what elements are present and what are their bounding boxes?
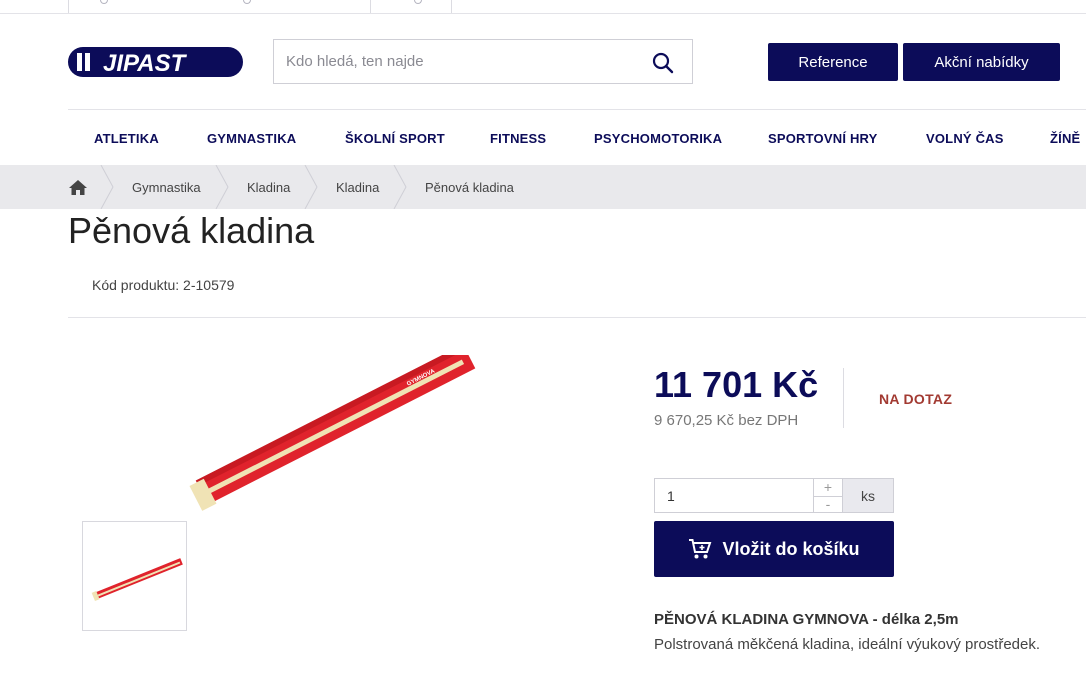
section-divider <box>68 317 1086 318</box>
nav-item-gymnastika[interactable]: GYMNASTIKA <box>207 131 296 146</box>
breadcrumb-item-kladina[interactable]: Kladina <box>247 180 290 195</box>
search-icon[interactable] <box>652 52 674 74</box>
price-without-vat: 9 670,25 Kč bez DPH <box>654 412 799 429</box>
quantity-unit: ks <box>843 478 894 513</box>
breadcrumb-separator <box>304 165 318 209</box>
product-main-image[interactable]: GYMNOVA <box>170 355 480 515</box>
nav-item-volny-cas[interactable]: VOLNÝ ČAS <box>926 131 1004 146</box>
nav-item-psychomotorika[interactable]: PSYCHOMOTORIKA <box>594 131 722 146</box>
breadcrumb-separator <box>215 165 229 209</box>
breadcrumb: Gymnastika Kladina Kladina Pěnová kladin… <box>0 165 1086 209</box>
breadcrumb-separator <box>100 165 114 209</box>
phone-icon <box>100 0 108 4</box>
nav-item-zinene[interactable]: ŽÍNĚ <box>1050 131 1080 146</box>
mail-icon <box>243 0 251 4</box>
social-icon <box>414 0 422 4</box>
product-code: Kód produktu: 2-10579 <box>92 277 235 293</box>
breadcrumb-separator <box>393 165 407 209</box>
jipast-logo[interactable]: JIPAST <box>68 47 243 77</box>
top-divider <box>451 0 452 13</box>
nav-item-atletika[interactable]: ATLETIKA <box>94 131 159 146</box>
quantity-input[interactable] <box>654 478 814 513</box>
quantity-stepper: + - ks <box>654 478 894 513</box>
search-input[interactable] <box>286 40 636 83</box>
breadcrumb-current: Pěnová kladina <box>425 180 514 195</box>
main-nav: ATLETIKA GYMNASTIKA ŠKOLNÍ SPORT FITNESS… <box>68 110 1086 165</box>
quantity-decrease-button[interactable]: - <box>814 495 843 513</box>
top-divider <box>370 0 371 13</box>
search-box <box>273 39 693 84</box>
top-utility-bar <box>0 0 1086 14</box>
svg-text:JIPAST: JIPAST <box>103 50 188 77</box>
cart-icon <box>689 539 712 559</box>
product-thumbnail[interactable] <box>82 521 187 631</box>
breadcrumb-item-kladina-2[interactable]: Kladina <box>336 180 379 195</box>
add-to-cart-label: Vložit do košíku <box>722 538 860 559</box>
availability-status: NA DOTAZ <box>879 391 953 407</box>
nav-item-fitness[interactable]: FITNESS <box>490 131 546 146</box>
nav-item-skolni-sport[interactable]: ŠKOLNÍ SPORT <box>345 131 445 146</box>
product-short-description: Polstrovaná měkčená kladina, ideální výu… <box>654 636 1041 653</box>
nav-item-sportovni-hry[interactable]: SPORTOVNÍ HRY <box>768 131 878 146</box>
quantity-increase-button[interactable]: + <box>814 478 843 496</box>
add-to-cart-button[interactable]: Vložit do košíku <box>654 521 894 577</box>
product-short-title: PĚNOVÁ KLADINA GYMNOVA - délka 2,5m <box>654 611 959 628</box>
thumbnail-image <box>91 558 183 602</box>
price: 11 701 Kč <box>654 364 819 405</box>
price-divider <box>843 368 844 428</box>
top-divider <box>68 0 69 13</box>
offers-button[interactable]: Akční nabídky <box>903 43 1060 81</box>
product-title: Pěnová kladina <box>68 210 315 251</box>
home-icon[interactable] <box>68 179 88 196</box>
breadcrumb-item-gymnastika[interactable]: Gymnastika <box>132 180 201 195</box>
reference-button[interactable]: Reference <box>768 43 898 81</box>
